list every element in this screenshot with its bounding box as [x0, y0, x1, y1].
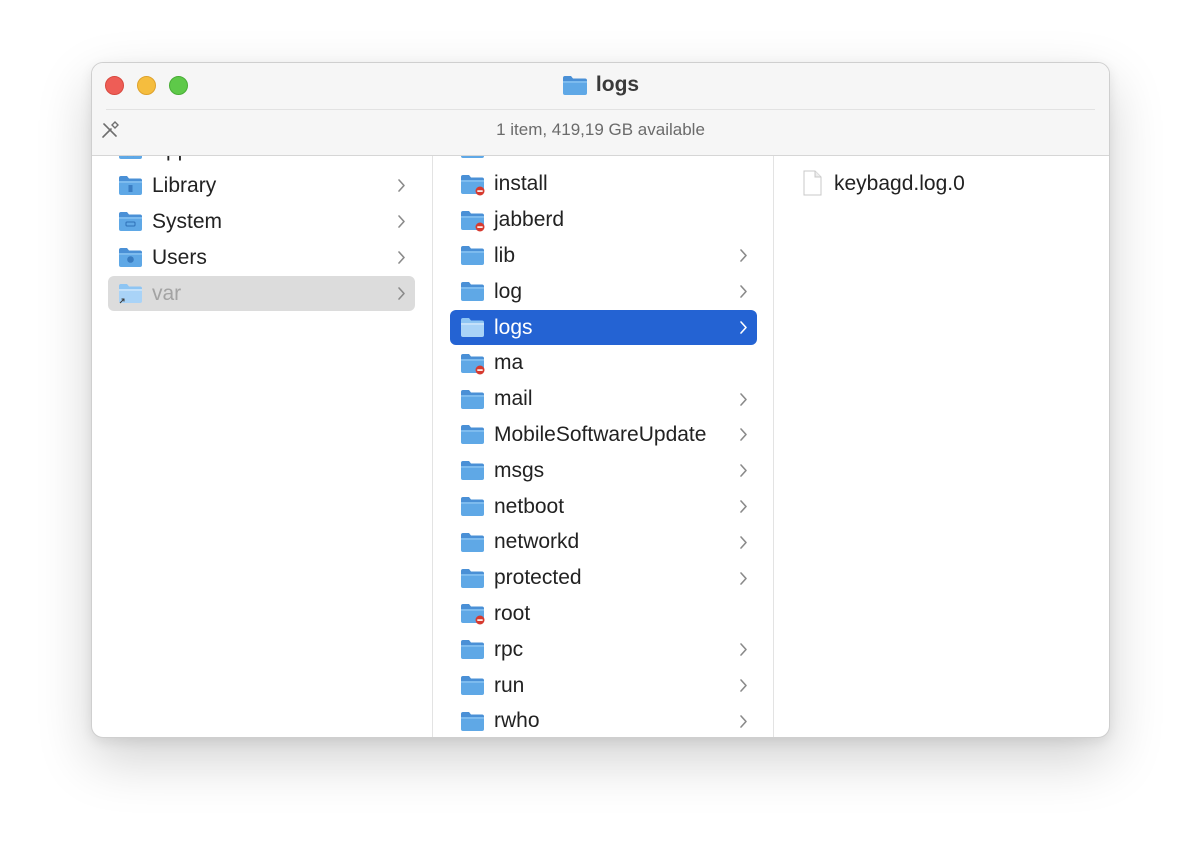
folder-row-jabberd[interactable]: jabberd	[450, 203, 757, 238]
folder-icon	[460, 316, 485, 339]
folder-row-label: logs	[494, 315, 533, 339]
sidebar-item-var[interactable]: var	[108, 276, 415, 311]
folder-row-label: mail	[494, 387, 533, 411]
folder-icon	[460, 674, 485, 697]
restricted-folder-icon	[460, 602, 485, 625]
folder-row-label: lib	[494, 243, 516, 267]
chevron-right-icon	[739, 427, 748, 442]
folder-row-log[interactable]: log	[450, 274, 757, 309]
folder-row-protected[interactable]: protected	[450, 561, 757, 596]
folder-row-logs[interactable]: logs	[450, 310, 757, 345]
document-icon	[802, 170, 822, 201]
restricted-folder-icon	[460, 173, 485, 196]
folder-icon	[460, 388, 485, 411]
folder-icon	[460, 710, 485, 733]
sidebar-item-label: var	[152, 281, 182, 305]
chevron-right-icon	[739, 248, 748, 263]
status-bar-text: 1 item, 419,19 GB available	[496, 120, 705, 139]
sidebar-item-label: Library	[152, 173, 217, 197]
chevron-right-icon	[397, 214, 406, 229]
title-folder-icon	[562, 76, 587, 95]
library-folder-icon	[118, 174, 143, 197]
sidebar-item-label: System	[152, 209, 223, 233]
folder-row-rpc[interactable]: rpc	[450, 632, 757, 667]
system-folder-icon	[118, 210, 143, 233]
chevron-right-icon	[739, 392, 748, 407]
toolbar-divider	[106, 109, 1095, 110]
folder-icon	[460, 459, 485, 482]
folder-row-label: log	[494, 279, 523, 303]
chevron-right-icon	[739, 320, 748, 335]
finder-window: logs 1 item, 419,19 GB available Applica…	[91, 62, 1110, 738]
chevron-right-icon	[739, 463, 748, 478]
folder-row-msgs[interactable]: msgs	[450, 453, 757, 488]
sidebar-item-label: Applications	[152, 156, 265, 162]
folder-icon	[460, 280, 485, 303]
window-title-text: logs	[595, 73, 640, 96]
folder-icon	[460, 244, 485, 267]
chevron-right-icon	[739, 571, 748, 586]
folder-row-install[interactable]: install	[450, 167, 757, 202]
folder-row-rwho[interactable]: rwho	[450, 704, 757, 737]
sidebar-item-library[interactable]: Library	[108, 168, 415, 203]
folder-icon	[460, 531, 485, 554]
folder-row-label: ma	[494, 351, 524, 375]
chevron-right-icon	[739, 284, 748, 299]
folder-row-label: MobileSoftwareUpdate	[494, 422, 707, 446]
folder-row-label: netboot	[494, 494, 565, 518]
folder-row-lib[interactable]: lib	[450, 238, 757, 273]
logs-column: keybagd.log.0	[774, 156, 1109, 737]
folder-row-label: install	[494, 172, 548, 196]
title-bar: logs 1 item, 419,19 GB available	[92, 63, 1109, 156]
folder-icon	[460, 423, 485, 446]
folder-icon	[460, 495, 485, 518]
chevron-right-icon	[739, 714, 748, 729]
file-row-keybagd-log-0[interactable]: keybagd.log.0	[802, 170, 1082, 200]
folder-icon	[460, 567, 485, 590]
restricted-folder-icon	[460, 209, 485, 232]
sidebar-item-system[interactable]: System	[108, 204, 415, 239]
file-row-label: keybagd.log.0	[834, 172, 965, 195]
folder-row-label: msgs	[494, 458, 545, 482]
chevron-right-icon	[397, 286, 406, 301]
chevron-right-icon	[397, 156, 406, 157]
sidebar-item-label: Users	[152, 245, 207, 269]
folder-row-folders[interactable]: folders	[450, 156, 757, 166]
folder-row-ma[interactable]: ma	[450, 346, 757, 381]
applications-folder-icon	[118, 156, 143, 161]
folder-row-run[interactable]: run	[450, 668, 757, 703]
sidebar-item-applications[interactable]: Applications	[108, 156, 415, 167]
folder-row-label: folders	[494, 156, 557, 161]
restricted-folder-icon	[460, 352, 485, 375]
sidebar-item-users[interactable]: Users	[108, 240, 415, 275]
chevron-right-icon	[397, 178, 406, 193]
folder-row-networkd[interactable]: networkd	[450, 525, 757, 560]
folder-row-label: protected	[494, 566, 582, 590]
alias-folder-icon	[118, 282, 143, 305]
chevron-right-icon	[397, 250, 406, 265]
chevron-right-icon	[739, 642, 748, 657]
var-column: folders install jabberd lib log logs ma mail Mob…	[433, 156, 774, 737]
folder-row-mail[interactable]: mail	[450, 382, 757, 417]
folder-icon	[460, 638, 485, 661]
sidebar-column: Applications Library System Users var	[92, 156, 433, 737]
folder-row-root[interactable]: root	[450, 596, 757, 631]
folder-row-label: rwho	[494, 709, 540, 733]
chevron-right-icon	[739, 678, 748, 693]
folder-row-label: networkd	[494, 530, 580, 554]
folder-row-label: jabberd	[494, 208, 565, 232]
folder-row-label: rpc	[494, 637, 524, 661]
chevron-right-icon	[739, 499, 748, 514]
folder-row-mobilesoftwareupdate[interactable]: MobileSoftwareUpdate	[450, 417, 757, 452]
users-folder-icon	[118, 246, 143, 269]
folder-row-label: root	[494, 601, 531, 625]
folder-row-label: run	[494, 673, 525, 697]
chevron-right-icon	[739, 535, 748, 550]
folder-icon	[460, 156, 485, 160]
folder-row-netboot[interactable]: netboot	[450, 489, 757, 524]
window-title: logs	[92, 73, 1109, 97]
